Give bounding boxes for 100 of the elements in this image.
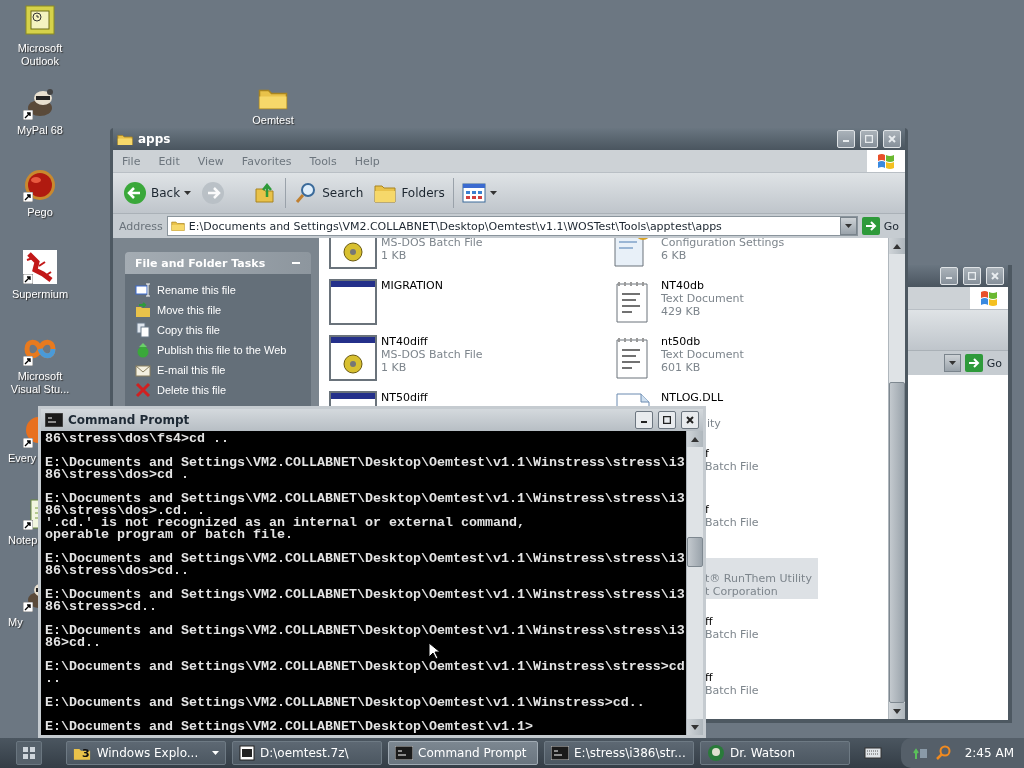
folders-button[interactable]: Folders bbox=[369, 178, 449, 208]
file-name[interactable]: ff bbox=[705, 671, 759, 684]
views-grid-icon bbox=[461, 183, 486, 203]
caret-icon bbox=[489, 191, 497, 195]
address-field[interactable]: E:\Documents and Settings\VM2.COLLABNET\Desktop\Oemtest\v1.1\WOSTest\Tools\apptest\apps bbox=[166, 216, 858, 236]
taskbar-button[interactable]: D:\oemtest.7z\ bbox=[232, 741, 382, 765]
desktop-icon-label[interactable]: My bbox=[8, 616, 23, 629]
file-name[interactable]: nt50db bbox=[661, 335, 744, 348]
console-line: E:\Documents and Settings\VM2.COLLABNET\Desktop\Oemtest\v1.1\Winstress\stress>cd bbox=[45, 661, 684, 673]
folder-arrow-icon bbox=[135, 302, 151, 318]
console-line: E:\Documents and Settings\VM2.COLLABNET\Desktop\Oemtest\v1.1\Winstress\stress\i3 bbox=[45, 457, 684, 469]
menu-item[interactable]: Edit bbox=[149, 154, 189, 168]
taskbar-button[interactable]: Dr. Watson bbox=[700, 741, 850, 765]
envelope-icon bbox=[135, 362, 151, 378]
console-line: E:\Documents and Settings\VM2.COLLABNET\Desktop\Oemtest\v1.1\Winstress\stress\i3 bbox=[45, 553, 684, 565]
file-name[interactable]: NT40diff bbox=[381, 335, 483, 348]
close-icon bbox=[686, 416, 694, 424]
console-line: 86\stress>cd.. bbox=[45, 601, 158, 613]
desktop-icon-label[interactable]: Notep bbox=[8, 534, 38, 547]
rename-icon bbox=[135, 282, 151, 298]
desktop-icon-label[interactable]: Every bbox=[8, 452, 37, 465]
file-name[interactable]: MIGRATION bbox=[381, 279, 443, 292]
menu-item[interactable]: File bbox=[113, 154, 150, 168]
task-link[interactable]: Move this file bbox=[135, 302, 301, 318]
file-name[interactable]: NT40db bbox=[661, 279, 744, 292]
panel-header[interactable]: File and Folder Tasks bbox=[125, 252, 311, 274]
scrollbar[interactable] bbox=[686, 431, 703, 735]
file-detail: Batch File bbox=[705, 684, 759, 697]
scroll-thumb[interactable] bbox=[687, 537, 703, 567]
start-button[interactable] bbox=[16, 741, 42, 765]
orb-icon[interactable] bbox=[23, 168, 57, 202]
go-button[interactable]: Go bbox=[861, 217, 903, 235]
menu-item[interactable]: View bbox=[188, 154, 233, 168]
scroll-thumb[interactable] bbox=[889, 382, 905, 703]
keyboard-icon[interactable] bbox=[864, 746, 882, 760]
folder-icon[interactable] bbox=[170, 220, 185, 232]
calendar-clock-icon[interactable] bbox=[23, 4, 57, 38]
file-name[interactable]: ff bbox=[705, 615, 759, 628]
console-line: E:\Documents and Settings\VM2.COLLABNET\Desktop\Oemtest\v1.1\Winstress\stress\i3 bbox=[45, 625, 684, 637]
close-button[interactable] bbox=[681, 411, 699, 429]
globe-arrow-icon bbox=[135, 342, 151, 358]
caret-icon bbox=[184, 191, 192, 195]
file-name[interactable]: NTLOG.DLL bbox=[661, 391, 724, 404]
console-line: E:\Documents and Settings\VM2.COLLABNET\Desktop\Oemtest\v1.1> bbox=[45, 721, 534, 733]
desktop-icon-label[interactable]: Supermium bbox=[2, 288, 78, 301]
desktop-icon-label[interactable]: Microsoft Visual Stu... bbox=[2, 370, 78, 396]
taskbar-button[interactable]: 3 Windows Explo... bbox=[66, 741, 226, 765]
shortcut-arrow-icon bbox=[23, 520, 33, 530]
down-arrow-icon bbox=[691, 724, 699, 730]
address-label: Address bbox=[119, 219, 163, 233]
shortcut-arrow-icon bbox=[23, 438, 33, 448]
taskbar-button[interactable]: E:\stress\i386\str... bbox=[544, 741, 694, 765]
search-button[interactable]: Search bbox=[290, 178, 368, 208]
console-line: E:\Documents and Settings\VM2.COLLABNET\Desktop\Oemtest\v1.1\Winstress\stress\i3 bbox=[45, 493, 684, 505]
menu-item[interactable]: Favorites bbox=[232, 154, 301, 168]
search-icon[interactable] bbox=[934, 745, 951, 761]
round-logo-icon[interactable] bbox=[23, 414, 38, 448]
desktop-icon-label[interactable]: Microsoft Outlook bbox=[2, 42, 78, 68]
caret-icon bbox=[948, 361, 956, 365]
grid-icon bbox=[23, 747, 35, 759]
windows-logo-icon bbox=[979, 289, 999, 307]
desktop-icon-label[interactable]: Pego bbox=[2, 206, 78, 219]
ant-icon[interactable] bbox=[23, 250, 57, 284]
archive-icon bbox=[239, 745, 255, 761]
desktop-icon-label[interactable]: MyPal 68 bbox=[2, 124, 78, 137]
console-line: '.cd.' is not recognized as an internal or external command, bbox=[45, 517, 526, 529]
dropdown-button[interactable] bbox=[943, 354, 961, 372]
folder-icon[interactable] bbox=[117, 132, 133, 146]
dropdown-button[interactable] bbox=[839, 217, 857, 235]
maximize-icon bbox=[865, 135, 873, 143]
window-title: apps bbox=[138, 132, 172, 146]
window-icon bbox=[329, 278, 377, 326]
shortcut-arrow-icon bbox=[23, 110, 33, 120]
window-title: Command Prompt bbox=[68, 413, 191, 427]
console-icon bbox=[395, 746, 413, 760]
task-link[interactable]: E-mail this file bbox=[135, 362, 301, 378]
task-link[interactable]: Copy this file bbox=[135, 322, 301, 338]
menu-item[interactable]: Tools bbox=[300, 154, 346, 168]
caret-icon bbox=[212, 751, 219, 755]
file-detail: t® RunThem Utility bbox=[705, 572, 812, 585]
caret-icon bbox=[844, 224, 852, 228]
maximize-button[interactable] bbox=[658, 411, 676, 429]
task-link[interactable]: Publish this file to the Web bbox=[135, 342, 301, 358]
minimize-button[interactable] bbox=[635, 411, 653, 429]
file-name[interactable]: NT50diff bbox=[381, 391, 428, 404]
delete-icon bbox=[135, 382, 151, 398]
task-link[interactable]: Delete this file bbox=[135, 382, 301, 398]
task-link[interactable]: Rename this file bbox=[135, 282, 301, 298]
up-arrow-icon bbox=[893, 243, 901, 249]
back-button[interactable]: Back bbox=[119, 178, 196, 208]
notepad-icon[interactable] bbox=[23, 496, 38, 530]
file-detail: 1 KB bbox=[381, 249, 408, 262]
close-icon bbox=[991, 272, 999, 280]
file-detail: Batch File bbox=[705, 628, 759, 641]
desktop-icon-label[interactable]: Oemtest bbox=[246, 114, 300, 127]
scrollbar[interactable] bbox=[888, 238, 905, 719]
go-button[interactable]: Go bbox=[964, 354, 1006, 372]
taskbar-button[interactable]: Command Prompt bbox=[388, 741, 538, 765]
file-detail: Configuration Settings bbox=[661, 238, 785, 249]
menu-item[interactable]: Help bbox=[345, 154, 389, 168]
